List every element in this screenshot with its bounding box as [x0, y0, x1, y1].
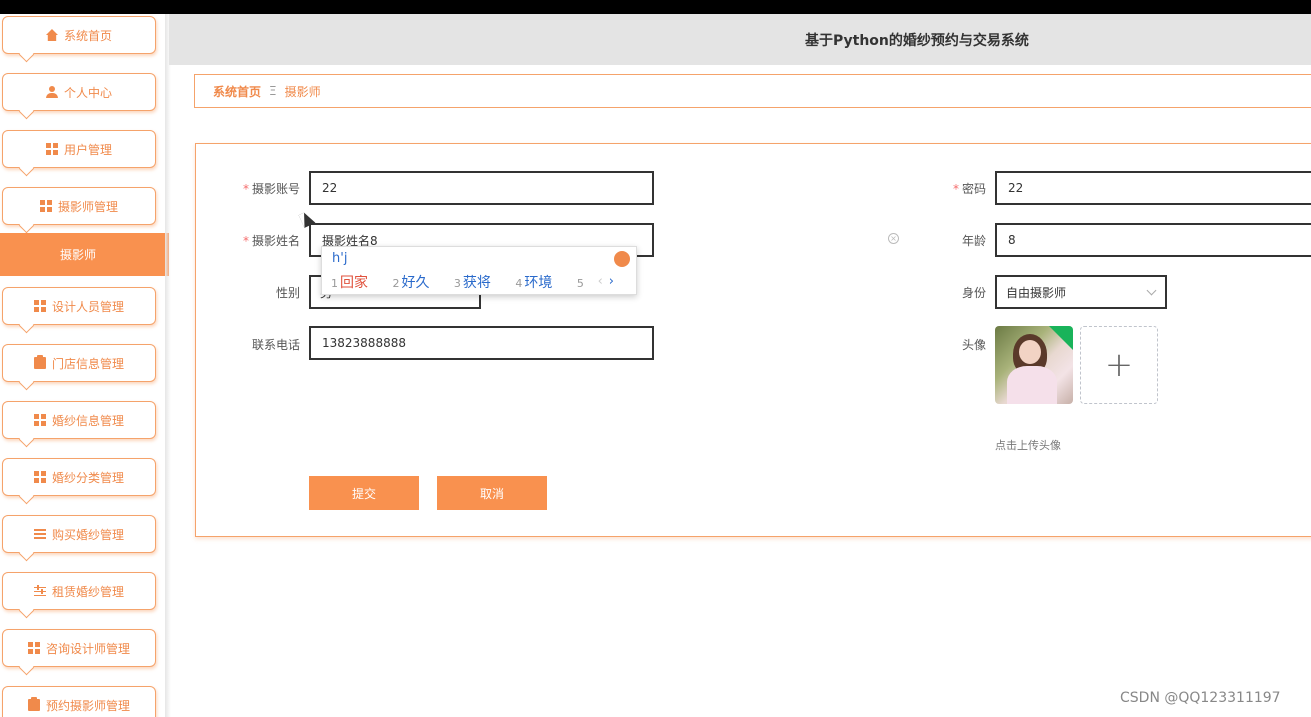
- cancel-button[interactable]: 取消: [437, 476, 547, 510]
- name-label: * 摄影姓名: [242, 234, 300, 248]
- sidebar-subitem-photographer[interactable]: 摄影师: [0, 233, 169, 276]
- grid-icon: [45, 143, 58, 155]
- clipboard-icon: [33, 355, 46, 369]
- ime-prev-icon[interactable]: ‹: [598, 274, 603, 289]
- identity-value: 自由摄影师: [1006, 285, 1067, 300]
- phone-input[interactable]: 13823888888: [309, 326, 654, 360]
- home-icon: [45, 29, 58, 41]
- grid-icon: [33, 471, 46, 483]
- sidebar-item-label: 个人中心: [63, 85, 112, 100]
- sidebar-item-label: 预约摄影师管理: [45, 698, 130, 713]
- avatar-label: 头像: [961, 338, 986, 352]
- sidebar-item-label: 摄影师管理: [57, 199, 118, 214]
- breadcrumb-home[interactable]: 系统首页: [213, 83, 261, 100]
- sidebar-item-label: 租赁婚纱管理: [51, 584, 124, 599]
- ime-page-nav[interactable]: ‹ ›: [598, 274, 614, 289]
- clear-icon[interactable]: ×: [888, 233, 899, 244]
- ime-candidates: 1 回家 2 好久 3 获将 4 环境 5: [331, 272, 606, 292]
- photographer-form: *摄影账号 22 *摄影姓名 摄影姓名8 性别 男 联系电话 138238888…: [195, 143, 1311, 537]
- ime-next-icon[interactable]: ›: [609, 274, 614, 289]
- identity-label: 身份: [961, 286, 986, 300]
- ime-candidate-popup: h'j 1 回家 2 好久 3 获将 4 环境 5 ‹ ›: [321, 246, 637, 295]
- avatar-image[interactable]: [995, 326, 1073, 404]
- age-input[interactable]: 8: [995, 223, 1311, 257]
- ime-candidate-3[interactable]: 3 获将: [454, 275, 501, 291]
- grid-icon: [27, 642, 40, 654]
- sidebar-item-consult-designer-management[interactable]: 咨询设计师管理: [2, 629, 156, 667]
- sidebar-item-book-photographer-management[interactable]: 预约摄影师管理: [2, 686, 156, 717]
- app-header: 基于Python的婚纱预约与交易系统: [169, 14, 1311, 65]
- sidebar-divider: [165, 14, 171, 717]
- ime-candidate-2[interactable]: 2 好久: [392, 275, 439, 291]
- avatar-upload-hint: 点击上传头像: [995, 439, 1061, 452]
- sidebar-item-label: 婚纱信息管理: [51, 413, 124, 428]
- age-label: 年龄: [961, 234, 986, 248]
- sidebar: 系统首页 个人中心 用户管理 摄影师管理 设计人员管理 门店信息管理 婚纱信息管…: [0, 14, 169, 717]
- ime-candidate-5[interactable]: 5: [577, 275, 596, 291]
- sidebar-item-label: 购买婚纱管理: [51, 527, 124, 542]
- ime-logo-icon: [614, 251, 630, 267]
- gender-label: 性别: [275, 286, 300, 300]
- sidebar-item-label: 系统首页: [63, 28, 112, 43]
- sidebar-item-photographer-management[interactable]: 摄影师管理: [2, 187, 156, 225]
- sidebar-item-label: 咨询设计师管理: [45, 641, 130, 656]
- submit-button[interactable]: 提交: [309, 476, 419, 510]
- ime-candidate-1[interactable]: 1 回家: [331, 275, 378, 291]
- sidebar-item-label: 设计人员管理: [51, 299, 124, 314]
- plus-icon: +: [1104, 345, 1134, 385]
- app-title: 基于Python的婚纱预约与交易系统: [805, 33, 1029, 49]
- sidebar-item-personal-center[interactable]: 个人中心: [2, 73, 156, 111]
- password-input[interactable]: 22: [995, 171, 1311, 205]
- avatar-upload-button[interactable]: +: [1080, 326, 1158, 404]
- sidebar-item-label: 用户管理: [63, 142, 112, 157]
- account-label: * 摄影账号: [242, 182, 300, 196]
- avatar-face: [1019, 340, 1041, 364]
- breadcrumb: 系统首页 Ξ 摄影师: [194, 74, 1311, 108]
- watermark: CSDN @QQ123311197: [1120, 690, 1281, 706]
- avatar-dress: [1007, 366, 1057, 404]
- breadcrumb-separator: Ξ: [269, 84, 277, 98]
- clipboard-icon: [27, 697, 40, 711]
- password-label: * 密码: [952, 182, 986, 196]
- account-input[interactable]: 22: [309, 171, 654, 205]
- sidebar-item-dress-info-management[interactable]: 婚纱信息管理: [2, 401, 156, 439]
- sidebar-item-home[interactable]: 系统首页: [2, 16, 156, 54]
- sidebar-item-designer-management[interactable]: 设计人员管理: [2, 287, 156, 325]
- grid-icon: [39, 200, 52, 212]
- grid-icon: [33, 414, 46, 426]
- ime-composition: h'j: [332, 251, 348, 266]
- identity-select[interactable]: 自由摄影师: [995, 275, 1167, 309]
- ime-candidate-4[interactable]: 4 环境: [515, 275, 562, 291]
- breadcrumb-current: 摄影师: [284, 84, 321, 99]
- sidebar-item-store-info-management[interactable]: 门店信息管理: [2, 344, 156, 382]
- chevron-down-icon: [1146, 285, 1157, 296]
- phone-label: 联系电话: [251, 338, 300, 352]
- sidebar-item-label: 婚纱分类管理: [51, 470, 124, 485]
- sidebar-item-rental-management[interactable]: 租赁婚纱管理: [2, 572, 156, 610]
- sidebar-item-dress-category-management[interactable]: 婚纱分类管理: [2, 458, 156, 496]
- list-icon: [33, 528, 46, 540]
- top-black-bar: [0, 0, 1311, 14]
- sidebar-item-label: 门店信息管理: [51, 356, 124, 371]
- slider-icon: [33, 585, 46, 597]
- grid-icon: [33, 300, 46, 312]
- user-icon: [45, 86, 58, 98]
- sidebar-item-user-management[interactable]: 用户管理: [2, 130, 156, 168]
- sidebar-item-purchase-management[interactable]: 购买婚纱管理: [2, 515, 156, 553]
- avatar-corner: [1049, 326, 1073, 350]
